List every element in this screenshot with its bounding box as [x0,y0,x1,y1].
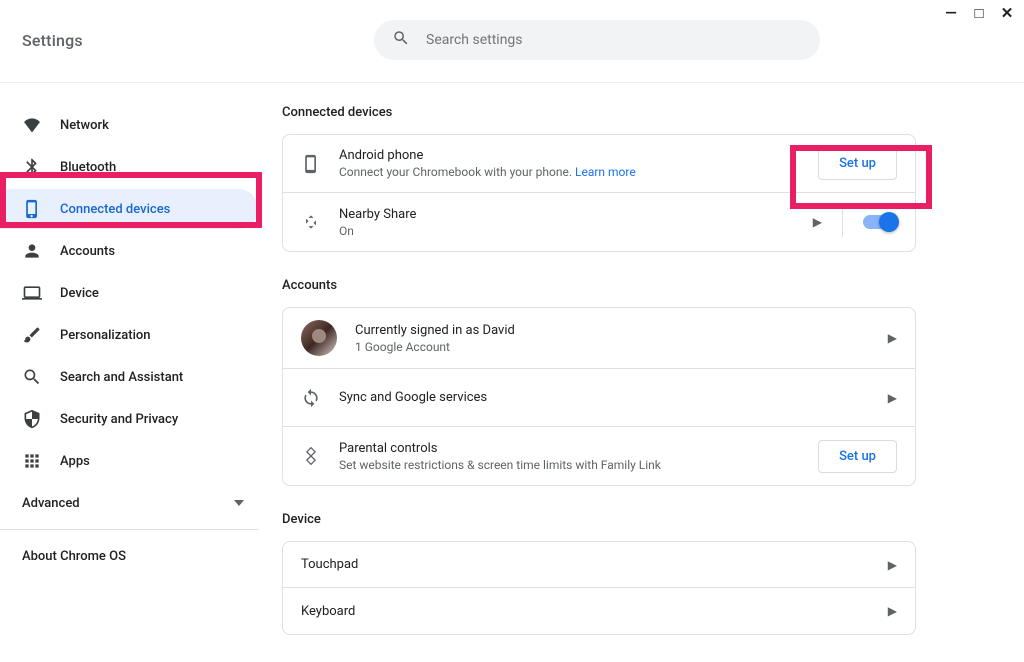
sidebar-item-connected-devices[interactable]: Connected devices [0,189,258,229]
paint-icon [22,325,42,345]
wifi-icon [22,115,42,135]
touchpad-title: Touchpad [301,557,888,572]
avatar [301,320,337,356]
connected-devices-card: Android phone Connect your Chromebook wi… [282,134,916,252]
nearby-share-title: Nearby Share [339,207,813,222]
sidebar-item-label: Connected devices [60,202,170,217]
parental-title: Parental controls [339,441,818,456]
sync-title: Sync and Google services [339,390,888,405]
divider [842,207,843,237]
chevron-right-icon: ▶ [813,215,822,229]
parental-subtitle: Set website restrictions & screen time l… [339,458,818,472]
search-input[interactable] [426,32,802,48]
current-account-row[interactable]: Currently signed in as David 1 Google Ac… [283,308,915,369]
chevron-right-icon: ▶ [888,604,897,618]
nearby-share-row[interactable]: Nearby Share On ▶ [283,193,915,251]
sidebar-item-accounts[interactable]: Accounts [0,231,258,271]
advanced-label: Advanced [22,496,80,511]
android-setup-button[interactable]: Set up [818,147,897,180]
signed-in-title: Currently signed in as David [355,323,888,338]
kite-icon [301,446,321,466]
nearby-share-toggle[interactable] [863,215,897,229]
chevron-down-icon [234,500,244,506]
bluetooth-icon [22,157,42,177]
keyboard-title: Keyboard [301,604,888,619]
chevron-right-icon: ▶ [888,331,897,345]
sidebar-item-label: Apps [60,454,90,469]
apps-icon [22,451,42,471]
about-label: About Chrome OS [22,549,126,564]
main-content: Connected devices Android phone Connect … [280,83,1024,662]
section-title-accounts: Accounts [282,278,916,293]
parental-setup-button[interactable]: Set up [818,440,897,473]
sidebar-item-label: Search and Assistant [60,370,183,385]
window-maximize[interactable]: □ [972,6,986,20]
chevron-right-icon: ▶ [888,558,897,572]
learn-more-link[interactable]: Learn more [575,165,636,179]
sidebar-item-bluetooth[interactable]: Bluetooth [0,147,258,187]
sidebar-item-label: Personalization [60,328,151,343]
sidebar: Network Bluetooth Connected devices Acco… [0,83,280,662]
shield-icon [22,409,42,429]
android-phone-title: Android phone [339,148,818,163]
laptop-icon [22,283,42,303]
android-phone-subtitle: Connect your Chromebook with your phone.… [339,165,818,179]
search-box[interactable] [374,20,820,60]
search-icon [22,367,42,387]
page-title: Settings [22,31,83,50]
window-close[interactable]: ✕ [1000,6,1014,20]
chevron-right-icon: ▶ [888,391,897,405]
search-icon [392,29,426,51]
keyboard-row[interactable]: Keyboard ▶ [283,588,915,634]
sync-row[interactable]: Sync and Google services ▶ [283,369,915,427]
accounts-card: Currently signed in as David 1 Google Ac… [282,307,916,486]
sidebar-about[interactable]: About Chrome OS [0,536,280,576]
sidebar-item-label: Device [60,286,99,301]
touchpad-row[interactable]: Touchpad ▶ [283,542,915,588]
sidebar-item-label: Network [60,118,109,133]
sidebar-item-device[interactable]: Device [0,273,258,313]
sidebar-item-network[interactable]: Network [0,105,258,145]
nearby-share-icon [301,212,321,232]
app-header: Settings [0,0,1024,83]
sidebar-item-apps[interactable]: Apps [0,441,258,481]
window-minimize[interactable]: — [944,6,958,20]
sidebar-item-security-privacy[interactable]: Security and Privacy [0,399,258,439]
section-title-connected-devices: Connected devices [282,105,916,120]
parental-controls-row: Parental controls Set website restrictio… [283,427,915,485]
phone-icon [301,154,321,174]
divider [0,529,258,530]
sidebar-item-label: Bluetooth [60,160,116,175]
sidebar-item-label: Security and Privacy [60,412,178,427]
android-phone-row: Android phone Connect your Chromebook wi… [283,135,915,193]
section-title-device: Device [282,512,916,527]
nearby-share-subtitle: On [339,224,813,238]
sync-icon [301,388,321,408]
signed-in-subtitle: 1 Google Account [355,340,888,354]
sidebar-item-label: Accounts [60,244,115,259]
sidebar-advanced[interactable]: Advanced [0,483,280,523]
person-icon [22,241,42,261]
phone-icon [22,199,42,219]
device-card: Touchpad ▶ Keyboard ▶ [282,541,916,635]
sidebar-item-personalization[interactable]: Personalization [0,315,258,355]
sidebar-item-search-assistant[interactable]: Search and Assistant [0,357,258,397]
